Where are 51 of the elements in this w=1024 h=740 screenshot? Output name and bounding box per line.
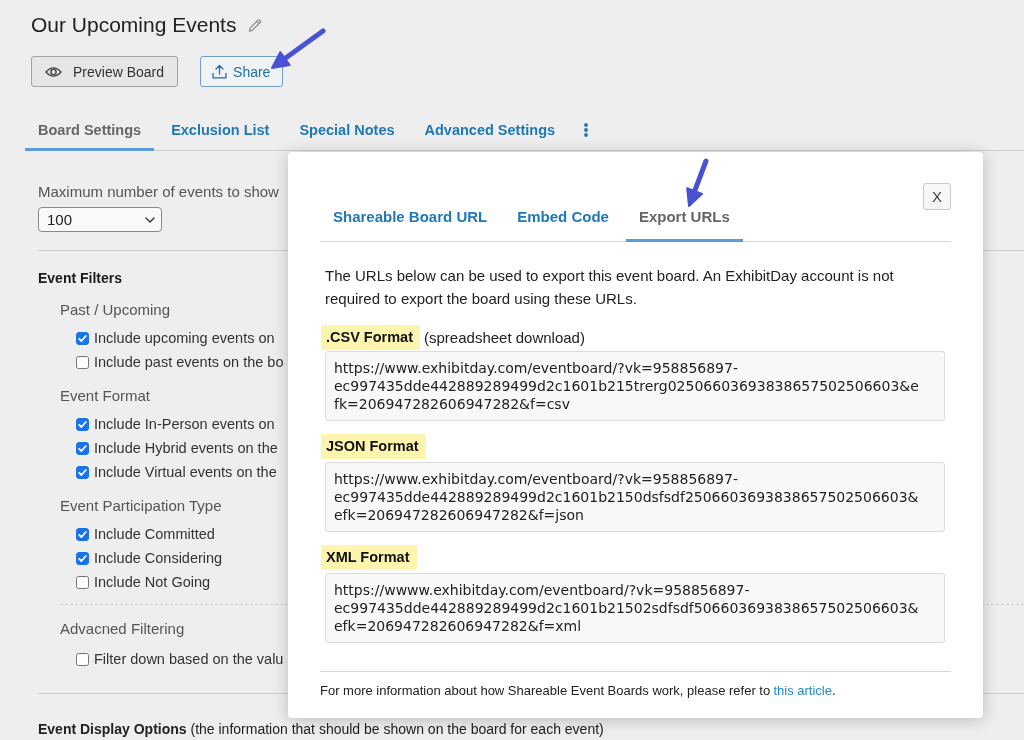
tab[interactable]: Special Notes (286, 110, 408, 151)
checkbox[interactable] (76, 575, 89, 589)
checkbox[interactable] (76, 652, 89, 666)
checkbox-label: Include past events on the bo (94, 354, 284, 370)
section-heading: Event Display Options (the information that should be shown on the board for each event) (38, 721, 604, 737)
checkbox-label: Include Not Going (94, 574, 211, 590)
checkbox-label: Include Hybrid events on the (94, 440, 278, 456)
tab[interactable]: Advanced Settings (411, 110, 569, 151)
share-button[interactable]: Share (200, 56, 284, 87)
group-title: Event Participation Type (60, 496, 222, 516)
checkbox[interactable] (76, 355, 89, 369)
group-title: Advacned Filtering (60, 619, 185, 639)
events-count-select[interactable]: 100 (38, 207, 162, 232)
checkbox[interactable] (76, 465, 89, 479)
checkbox[interactable] (76, 331, 89, 345)
group-title: Past / Upcoming (60, 300, 171, 320)
close-button[interactable]: X (923, 183, 951, 210)
article-link[interactable]: this article (773, 683, 832, 698)
url-field[interactable]: https://wwww.exhibitday.com/eventboard/?vk=958856897-ec997435dde442889289499d2c1601b21502sdfsdf506603693838657502506603&efk=206947282606947282&f=xml (325, 573, 945, 643)
checkbox[interactable] (76, 417, 89, 431)
checkbox[interactable] (76, 551, 89, 565)
checkbox-label: Include upcoming events on (94, 330, 275, 346)
tab[interactable]: Board Settings (25, 110, 155, 151)
description-text: The URLs below can be used to export this event board. An ExhibitDay account is not required to export the board using these URLs. (325, 266, 895, 309)
footer-note: For more information about how Shareable Event Boards work, please refer to this article. (320, 682, 837, 699)
section-heading: Event Filters (38, 269, 123, 288)
format-note: (spreadsheet download) (424, 329, 585, 346)
field-label: Maximum number of events to show (38, 183, 279, 201)
tab[interactable]: Embed Code (504, 196, 622, 242)
eye-icon (45, 65, 62, 78)
checkbox-label: Include Considering (94, 550, 223, 566)
tab[interactable]: Exclusion List (158, 110, 283, 151)
format-label: XML Format (321, 545, 417, 570)
checkbox-label: Include Committed (94, 526, 215, 542)
page-title: Our Upcoming Events (31, 12, 237, 38)
group-title: Event Format (60, 386, 151, 406)
checkbox-label: Include In-Person events on (94, 416, 275, 432)
more-options-icon[interactable] (584, 123, 589, 137)
format-label: JSON Format (321, 434, 426, 459)
preview-button[interactable]: Preview Board (31, 56, 179, 87)
upload-icon (212, 64, 228, 79)
format-label: .CSV Format (321, 325, 420, 350)
pencil-icon[interactable] (248, 17, 263, 33)
url-field[interactable]: https://www.exhibitday.com/eventboard/?vk=958856897-ec997435dde442889289499d2c1601b215trerg02506603693838657502506603&efk=206947282606947282&f=csv (325, 351, 945, 421)
checkbox-label: Include Virtual events on the (94, 464, 277, 480)
chevron-down-icon (145, 216, 155, 223)
checkbox-label: Filter down based on the valu (94, 651, 284, 667)
checkbox[interactable] (76, 527, 89, 541)
checkbox[interactable] (76, 441, 89, 455)
url-field[interactable]: https://www.exhibitday.com/eventboard/?vk=958856897-ec997435dde442889289499d2c1601b2150dsfsdf2506603693838657502506603&efk=206947282606947282&f=json (325, 462, 945, 532)
tab[interactable]: Shareable Board URL (320, 196, 501, 242)
